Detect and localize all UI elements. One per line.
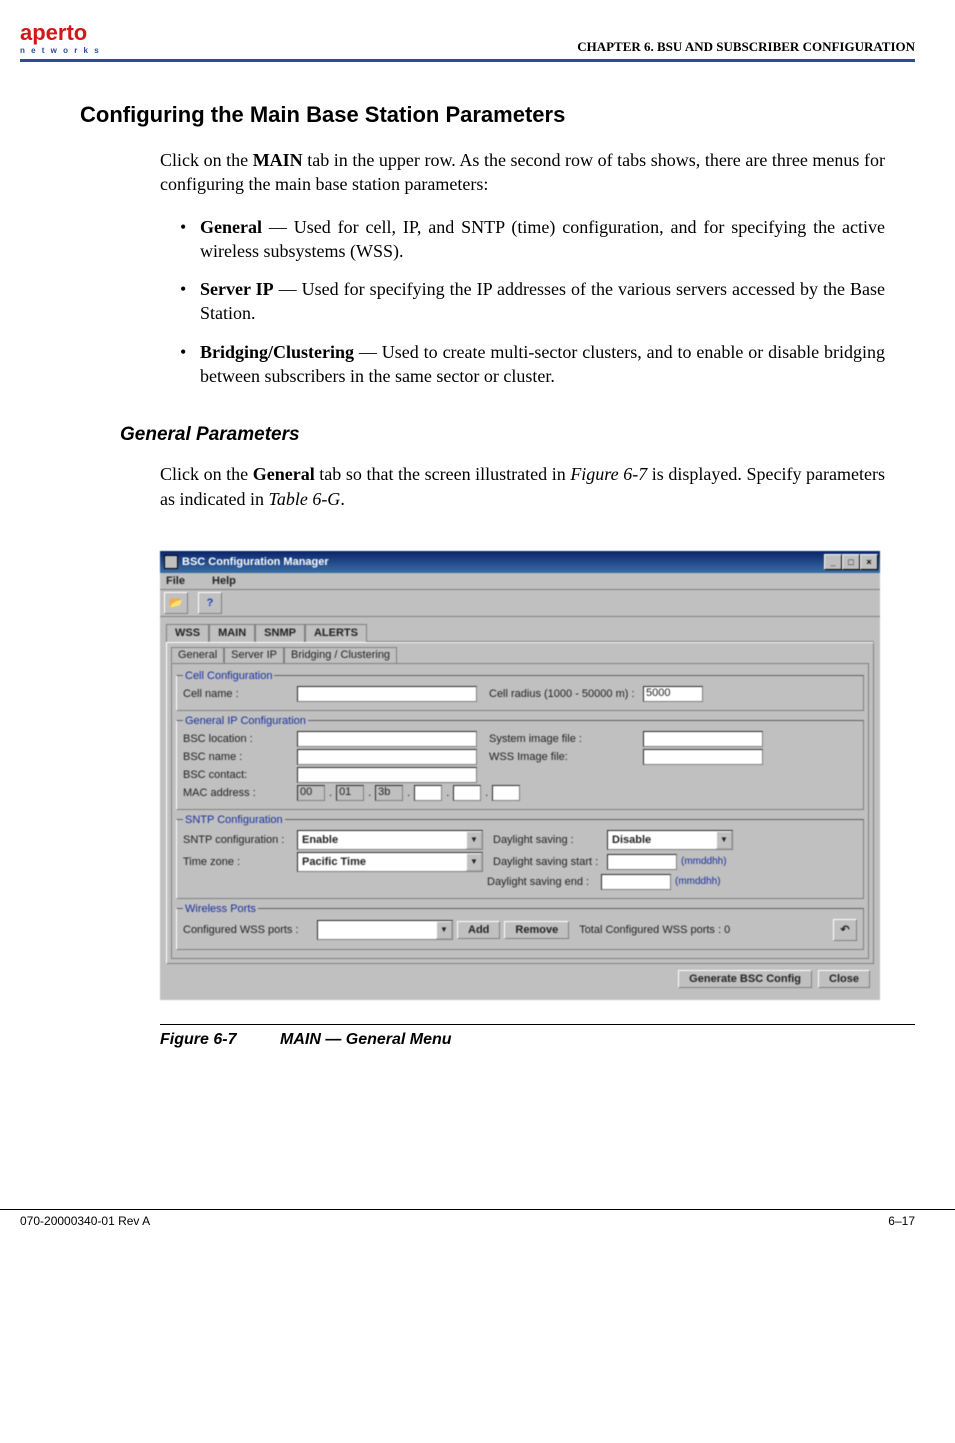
dsstart-hint: (mmddhh) xyxy=(681,856,727,867)
daylight-label: Daylight saving : xyxy=(493,834,603,846)
bullet-general: General — Used for cell, IP, and SNTP (t… xyxy=(180,215,885,264)
tab-alerts[interactable]: ALERTS xyxy=(305,624,367,642)
mac2-input: 01 xyxy=(336,785,364,801)
group-sntp-legend: SNTP Configuration xyxy=(183,814,285,826)
chapter-label: CHAPTER 6. BSU AND SUBSCRIBER CONFIGURAT… xyxy=(577,39,915,55)
timezone-select[interactable]: Pacific Time▼ xyxy=(297,852,483,872)
cellradius-input[interactable]: 5000 xyxy=(643,686,703,702)
footer-pagenum: 6–17 xyxy=(888,1214,915,1228)
titlebar: BSC Configuration Manager _ □ × xyxy=(160,551,880,573)
window-title: BSC Configuration Manager xyxy=(182,556,329,568)
mac5-input[interactable] xyxy=(453,785,481,801)
wss-ports-label: Configured WSS ports : xyxy=(183,924,313,936)
close-button[interactable]: Close xyxy=(818,970,870,988)
maximize-button[interactable]: □ xyxy=(842,554,860,570)
open-icon[interactable]: 📂 xyxy=(164,592,188,614)
sysimg-label: System image file : xyxy=(489,733,639,745)
sntp-conf-select[interactable]: Enable▼ xyxy=(297,830,483,850)
bsc-name-label: BSC name : xyxy=(183,751,293,763)
minimize-button[interactable]: _ xyxy=(824,554,842,570)
subtab-server-ip[interactable]: Server IP xyxy=(224,647,284,663)
dsend-label: Daylight saving end : xyxy=(487,876,597,888)
mac1-input: 00 xyxy=(297,785,325,801)
bsc-location-label: BSC location : xyxy=(183,733,293,745)
dsend-input[interactable] xyxy=(601,874,671,890)
chevron-down-icon: ▼ xyxy=(466,853,482,871)
generate-config-button[interactable]: Generate BSC Config xyxy=(678,970,812,988)
subtab-bridging[interactable]: Bridging / Clustering xyxy=(284,647,397,663)
mac3-input: 3b xyxy=(375,785,403,801)
intro-paragraph: Click on the MAIN tab in the upper row. … xyxy=(160,148,885,197)
menu-file[interactable]: File xyxy=(166,575,185,587)
chevron-down-icon: ▼ xyxy=(716,831,732,849)
wssimg-input[interactable] xyxy=(643,749,763,765)
dsstart-input[interactable] xyxy=(607,854,677,870)
cellradius-label: Cell radius (1000 - 50000 m) : xyxy=(489,688,639,700)
cellname-input[interactable] xyxy=(297,686,477,702)
menubar: File Help xyxy=(160,573,880,590)
daylight-select[interactable]: Disable▼ xyxy=(607,830,733,850)
group-cell-legend: Cell Configuration xyxy=(183,670,274,682)
app-icon xyxy=(164,555,178,569)
cellname-label: Cell name : xyxy=(183,688,293,700)
bullet-server-ip: Server IP — Used for specifying the IP a… xyxy=(180,277,885,326)
tab-snmp[interactable]: SNMP xyxy=(255,624,305,642)
tab-wss[interactable]: WSS xyxy=(166,624,209,642)
chevron-down-icon: ▼ xyxy=(466,831,482,849)
bsc-contact-label: BSC contact: xyxy=(183,769,293,781)
mac-label: MAC address : xyxy=(183,787,293,799)
dsstart-label: Daylight saving start : xyxy=(493,856,603,868)
mac4-input[interactable] xyxy=(414,785,442,801)
sntp-conf-label: SNTP configuration : xyxy=(183,834,293,846)
help-icon[interactable]: ? xyxy=(198,592,222,614)
menu-help[interactable]: Help xyxy=(212,575,236,587)
tab-main[interactable]: MAIN xyxy=(209,624,255,642)
wssimg-label: WSS Image file: xyxy=(489,751,639,763)
logo: aperton e t w o r k s xyxy=(20,20,101,55)
bullet-bridging: Bridging/Clustering — Used to create mul… xyxy=(180,340,885,389)
section-title: Configuring the Main Base Station Parame… xyxy=(80,102,915,128)
toolbar: 📂 ? xyxy=(160,590,880,617)
timezone-label: Time zone : xyxy=(183,856,293,868)
dsend-hint: (mmddhh) xyxy=(675,876,721,887)
total-wss-label: Total Configured WSS ports : 0 xyxy=(579,924,730,936)
close-window-button[interactable]: × xyxy=(860,554,878,570)
group-ip-legend: General IP Configuration xyxy=(183,715,308,727)
bsc-location-input[interactable] xyxy=(297,731,477,747)
figure-number: Figure 6-7 xyxy=(160,1031,280,1049)
bsc-name-input[interactable] xyxy=(297,749,477,765)
figure-caption: MAIN — General Menu xyxy=(280,1031,452,1049)
sysimg-input[interactable] xyxy=(643,731,763,747)
remove-button[interactable]: Remove xyxy=(504,921,569,939)
chevron-down-icon: ▼ xyxy=(436,921,452,939)
add-button[interactable]: Add xyxy=(457,921,500,939)
subtab-general[interactable]: General xyxy=(171,647,224,663)
footer-docnum: 070-20000340-01 Rev A xyxy=(20,1214,150,1228)
wss-ports-select[interactable]: ▼ xyxy=(317,920,453,940)
group-wireless-legend: Wireless Ports xyxy=(183,903,258,915)
bsc-contact-input[interactable] xyxy=(297,767,477,783)
subheading-general-parameters: General Parameters xyxy=(120,424,915,446)
app-window: BSC Configuration Manager _ □ × File Hel… xyxy=(160,551,880,1000)
general-paragraph: Click on the General tab so that the scr… xyxy=(160,462,885,511)
mac6-input[interactable] xyxy=(492,785,520,801)
refresh-icon[interactable]: ↶ xyxy=(833,919,857,941)
